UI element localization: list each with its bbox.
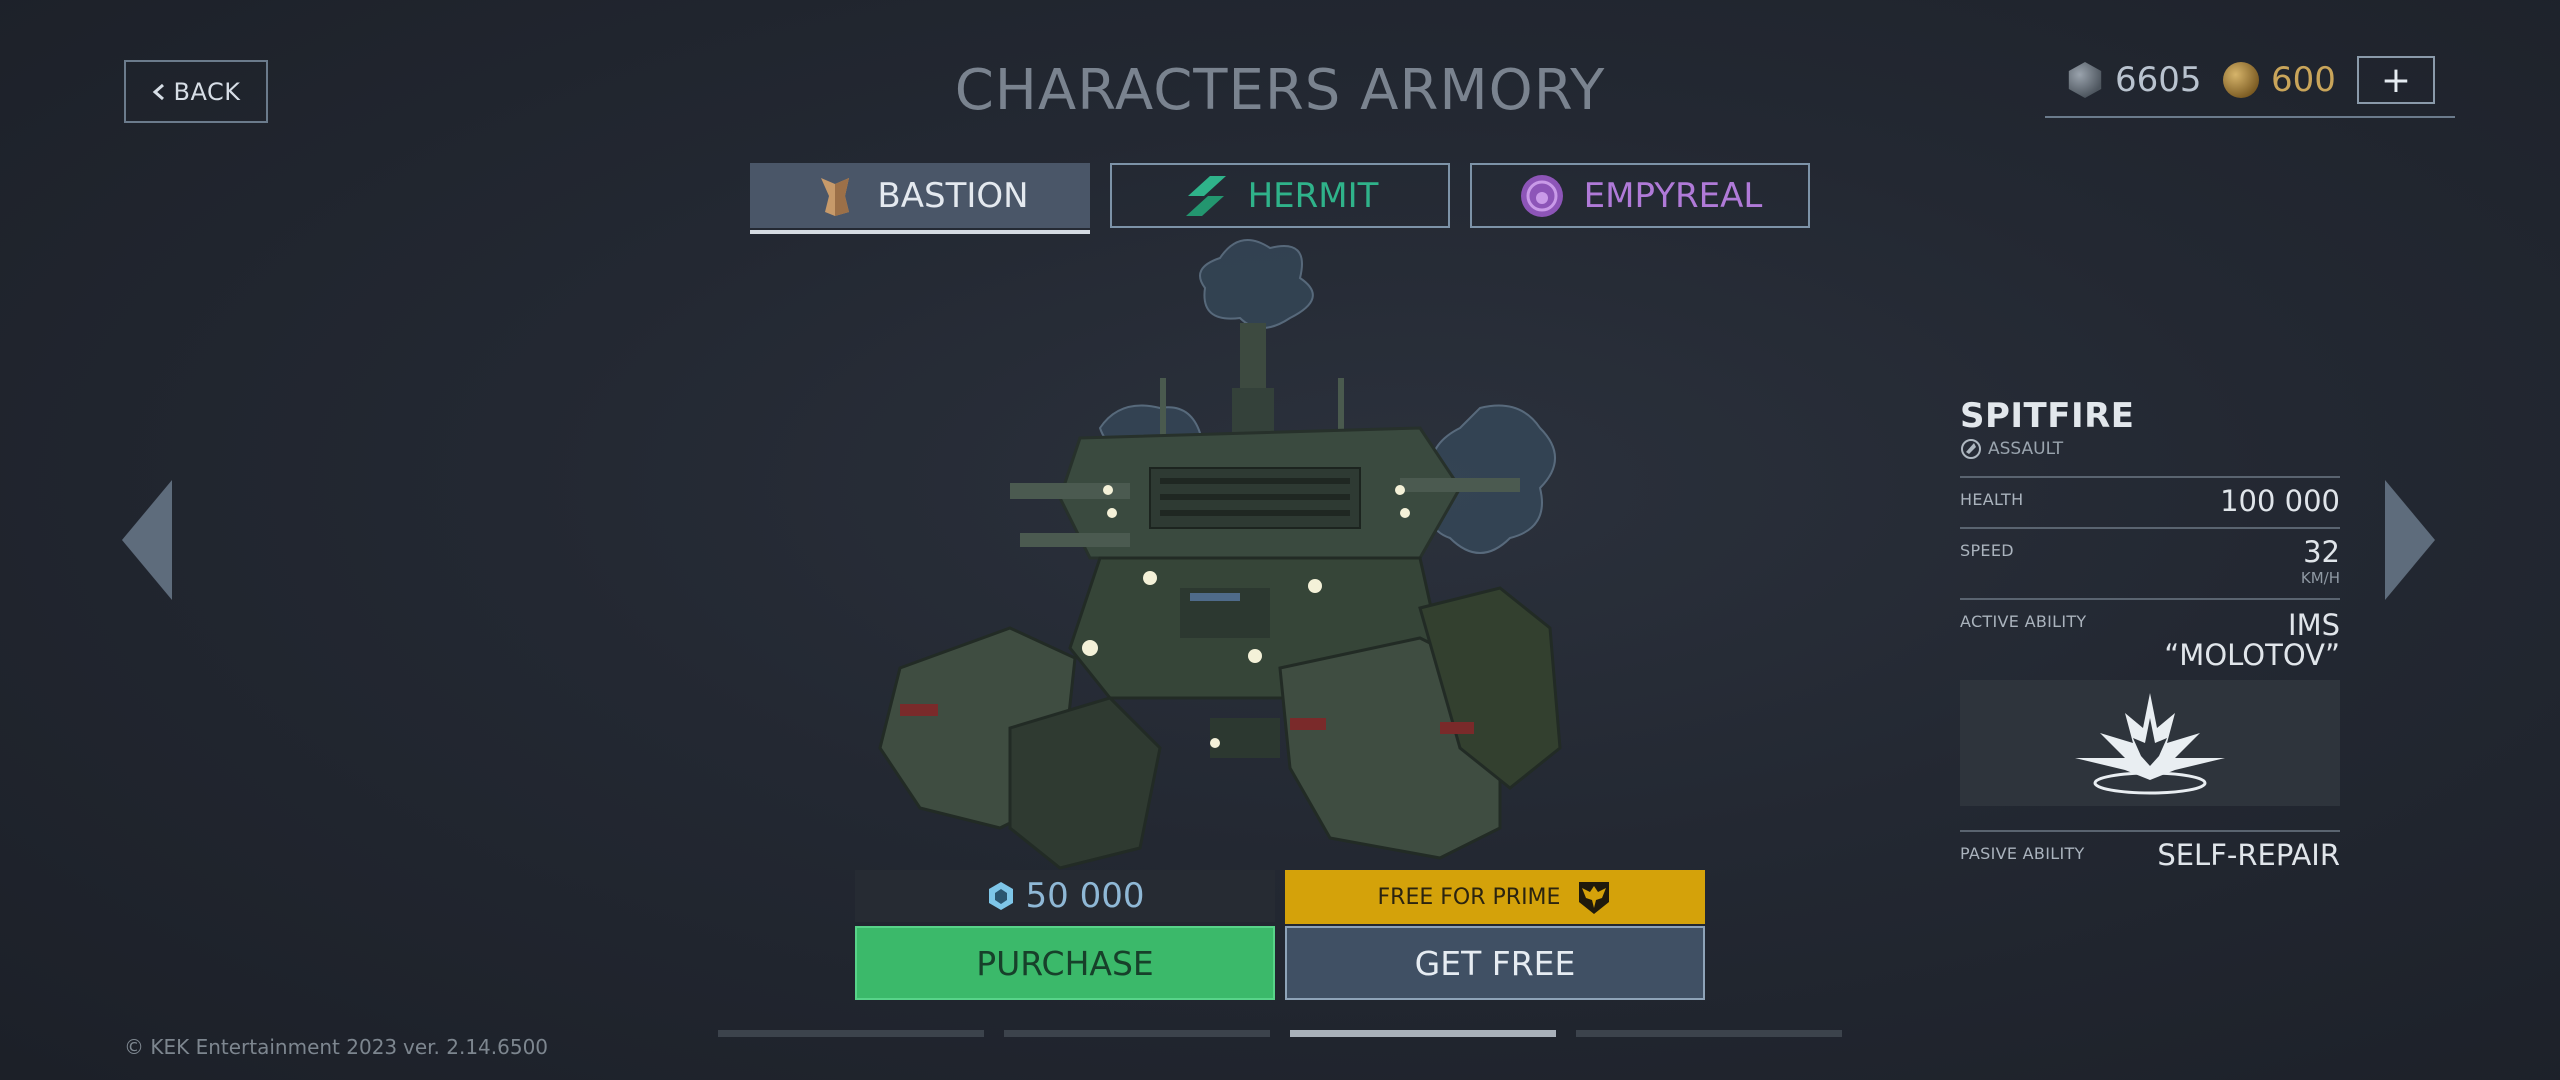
assault-class-icon (1961, 439, 1981, 459)
gold-amount: 600 (2271, 60, 2336, 100)
stat-active-ability-name-1: IMS (2288, 608, 2340, 642)
stat-speed-unit: KM/H (2300, 569, 2340, 587)
version-text: ver. 2.14.6500 (403, 1035, 549, 1059)
prime-banner: FREE FOR PRIME (1285, 870, 1705, 924)
robot-stats-panel: SPITFIRE ASSAULT HEALTH 100 000 SPEED 32… (1960, 396, 2340, 870)
stat-passive-ability-value: SELF-REPAIR (2157, 838, 2340, 872)
tab-bastion[interactable]: BASTION (750, 163, 1090, 228)
eagle-emblem-icon (1579, 882, 1610, 914)
silver-amount: 6605 (2115, 60, 2202, 100)
price-amount: 50 000 (1025, 876, 1145, 916)
add-currency-button[interactable]: + (2357, 56, 2435, 104)
stat-active-ability-name-2: “MOLOTOV” (2164, 638, 2340, 672)
stat-health-value: 100 000 (2220, 484, 2340, 518)
tab-bastion-label: BASTION (877, 175, 1029, 216)
stat-health: HEALTH 100 000 (1960, 476, 2340, 526)
empyreal-faction-icon (1520, 174, 1563, 217)
robot-name: SPITFIRE (1960, 396, 2135, 436)
next-robot-arrow[interactable] (2383, 480, 2435, 600)
stat-health-label: HEALTH (1960, 490, 2024, 509)
previous-robot-arrow[interactable] (122, 480, 174, 600)
robot-model-image (878, 239, 1562, 870)
tab-hermit[interactable]: HERMIT (1110, 163, 1450, 228)
bastion-faction-icon (821, 177, 850, 216)
gold-balance: 600 (2223, 60, 2336, 100)
hex-currency-icon (988, 882, 1013, 910)
stat-passive-ability-label: PASIVE ABILITY (1960, 844, 2085, 863)
purchase-button[interactable]: PURCHASE (855, 926, 1275, 1000)
pager-segment-4[interactable] (1576, 1030, 1842, 1037)
gold-coin-icon (2223, 62, 2259, 98)
currency-bar: 6605 600 + (2045, 52, 2455, 118)
tab-hermit-label: HERMIT (1247, 175, 1379, 216)
pager-segment-1[interactable] (718, 1030, 984, 1037)
tab-empyreal[interactable]: EMPYREAL (1470, 163, 1810, 228)
stat-speed: SPEED 32 KM/H (1960, 527, 2340, 597)
pager-segment-3[interactable] (1290, 1030, 1556, 1037)
silver-balance: 6605 (2067, 60, 2202, 100)
hermit-faction-icon (1185, 175, 1226, 216)
stat-passive-ability: PASIVE ABILITY SELF-REPAIR (1960, 830, 2340, 880)
molotov-fire-icon (2075, 693, 2225, 795)
stat-active-ability: ACTIVE ABILITY IMS “MOLOTOV” (1960, 598, 2340, 678)
active-ability-icon-box[interactable] (1960, 680, 2340, 806)
get-free-button[interactable]: GET FREE (1285, 926, 1705, 1000)
robot-class-label: ASSAULT (1988, 439, 2064, 459)
silver-coin-icon (2068, 62, 2102, 98)
prime-banner-label: FREE FOR PRIME (1377, 884, 1561, 910)
price-tag: 50 000 (855, 870, 1275, 922)
tab-empyreal-label: EMPYREAL (1583, 175, 1763, 216)
robot-class: ASSAULT (1960, 438, 2340, 460)
stat-active-ability-label: ACTIVE ABILITY (1960, 612, 2087, 631)
stat-speed-label: SPEED (1960, 541, 2014, 560)
copyright-text: © KEK Entertainment 2023 (124, 1035, 398, 1059)
stat-speed-value: 32 (2303, 535, 2340, 569)
pager-segment-2[interactable] (1004, 1030, 1270, 1037)
